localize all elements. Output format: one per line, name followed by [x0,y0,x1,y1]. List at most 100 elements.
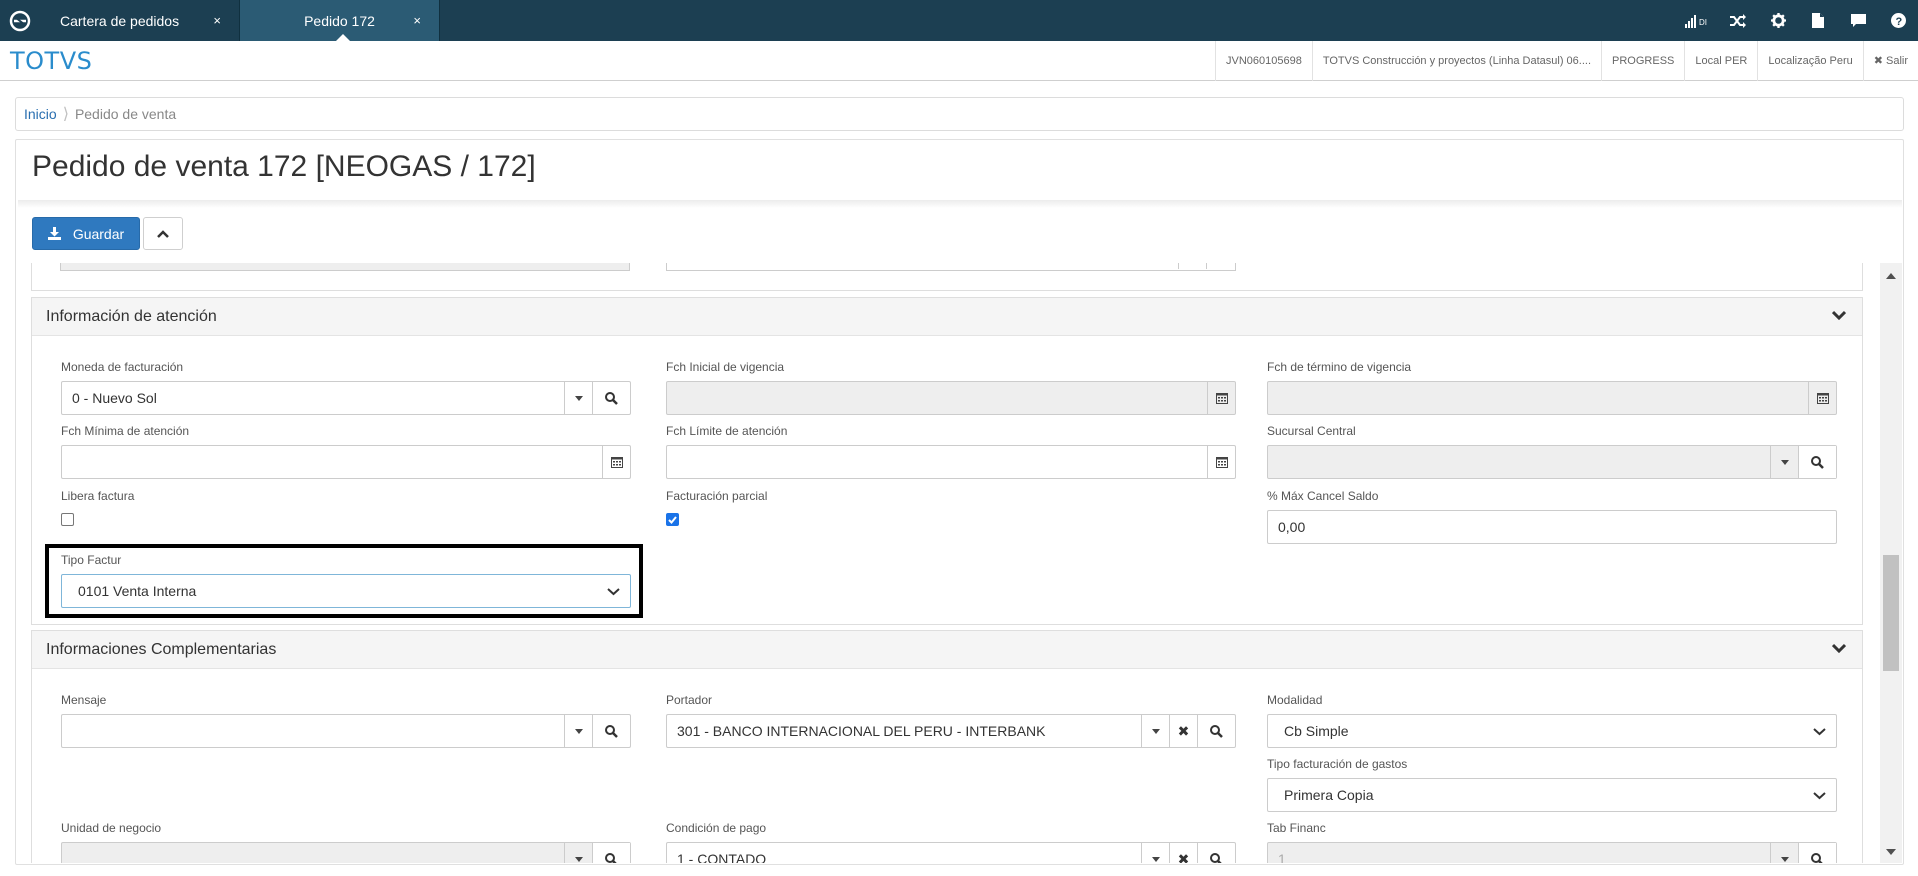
dropdown-toggle[interactable] [564,715,592,747]
calendar-button[interactable] [1207,382,1235,414]
breadcrumb-home[interactable]: Inicio [24,106,57,122]
tab-cartera-de-pedidos[interactable]: Cartera de pedidos × [40,0,240,41]
parcial-label: Facturación parcial [666,489,768,503]
chevron-down-icon[interactable] [1832,310,1846,320]
search-button[interactable] [592,843,630,863]
calendar-icon [1816,393,1829,404]
clear-button[interactable]: ✖ [1169,843,1197,863]
document-icon[interactable] [1798,0,1838,41]
search-button[interactable] [1197,715,1235,747]
search-button[interactable] [1197,843,1235,863]
portador-select[interactable]: 301 - BANCO INTERNACIONAL DEL PERU - INT… [666,714,1236,748]
search-icon [1210,852,1223,863]
locale[interactable]: Local PER [1684,40,1757,81]
mensaje-label: Mensaje [61,693,107,707]
fch-termino-input[interactable] [1267,381,1837,415]
caret-down-icon [574,856,583,862]
section-title: Información de atención [46,307,217,325]
tipo-factur-label: Tipo Factur [61,553,122,567]
user-code[interactable]: JVN060105698 [1214,40,1312,81]
fch-minima-label: Fch Mínima de atención [61,424,190,438]
gear-icon[interactable] [1758,0,1798,41]
dropdown-toggle[interactable] [1141,843,1169,863]
chevron-down-icon [607,587,620,595]
fch-minima-input[interactable] [61,445,631,479]
help-icon[interactable]: ? [1878,0,1918,41]
libera-checkbox[interactable] [61,513,74,526]
modalidad-select[interactable]: Cb Simple [1267,714,1837,748]
close-icon[interactable]: × [213,13,221,28]
calendar-button[interactable] [602,446,630,478]
clear-button[interactable]: ✖ [1169,715,1197,747]
fch-limite-input[interactable] [666,445,1236,479]
company-name[interactable]: TOTVS Construcción y proyectos (Linha Da… [1311,40,1601,81]
previous-field-addon [1178,263,1179,269]
calendar-button[interactable] [1207,446,1235,478]
moneda-select[interactable]: 0 - Nuevo Sol [61,381,631,415]
tab-label: Pedido 172 [304,12,375,29]
dropdown-toggle[interactable] [1770,446,1798,478]
database-type[interactable]: PROGRESS [1601,40,1684,81]
search-button[interactable] [1798,446,1836,478]
caret-down-icon [574,728,583,734]
chat-icon[interactable] [1838,0,1878,41]
mensaje-select[interactable] [61,714,631,748]
max-cancel-input[interactable]: 0,00 [1267,510,1837,544]
scroll-up-arrow[interactable] [1886,273,1896,279]
unidad-select[interactable] [61,842,631,863]
header-bar: TOTVS JVN060105698 TOTVS Construcción y … [0,40,1918,81]
calendar-icon [610,457,623,468]
sucursal-label: Sucursal Central [1267,424,1356,438]
shuffle-icon[interactable] [1718,0,1758,41]
form-scroll-area[interactable]: Información de atención Moneda de factur… [15,263,1902,863]
tipo-factur-select[interactable]: 0101 Venta Interna [61,574,631,608]
collapse-button[interactable] [143,217,183,250]
chevron-down-icon[interactable] [1832,643,1846,653]
scroll-thumb[interactable] [1883,555,1899,671]
search-icon [1811,852,1824,863]
tipo-gastos-select[interactable]: Primera Copia [1267,778,1837,812]
top-bar-icons: DI ? [1678,0,1918,41]
localization[interactable]: Localização Peru [1757,40,1862,81]
condicion-select[interactable]: 1 - CONTADO ✖ [666,842,1236,863]
tab-pedido-172[interactable]: Pedido 172 × [240,0,440,41]
dropdown-toggle[interactable] [564,382,592,414]
save-button[interactable]: Guardar [32,217,140,250]
section-header[interactable]: Informaciones Complementarias [32,631,1862,669]
calendar-icon [1215,457,1228,468]
sucursal-select[interactable] [1267,445,1837,479]
scroll-down-arrow[interactable] [1886,849,1896,855]
vertical-scrollbar[interactable] [1880,263,1902,863]
dropdown-toggle[interactable] [564,843,592,863]
fch-termino-label: Fch de término de vigencia [1267,360,1412,374]
home-icon[interactable] [0,0,40,41]
logout-button[interactable]: ✖ Salir [1862,40,1918,81]
condicion-label: Condición de pago [666,821,767,835]
calendar-button[interactable] [1808,382,1836,414]
close-icon[interactable]: × [413,13,421,28]
libera-label: Libera factura [61,489,135,503]
section-header[interactable]: Información de atención [32,298,1862,336]
max-cancel-value: 0,00 [1278,519,1306,535]
search-button[interactable] [592,715,630,747]
parcial-checkbox[interactable] [666,513,679,526]
totvs-logo[interactable]: TOTVS [0,47,92,75]
fch-inicial-label: Fch Inicial de vigencia [666,360,785,374]
signal-text: DI [1699,18,1707,27]
signal-icon[interactable]: DI [1678,0,1718,41]
caret-down-icon [1780,459,1789,465]
search-button[interactable] [592,382,630,414]
active-tab-indicator [336,34,350,41]
caret-down-icon [1780,856,1789,862]
fch-inicial-input[interactable] [666,381,1236,415]
tab-financ-select[interactable]: 1 [1267,842,1837,863]
tipo-gastos-value: Primera Copia [1284,787,1374,803]
dropdown-toggle[interactable] [1770,843,1798,863]
moneda-value: 0 - Nuevo Sol [72,390,157,406]
top-bar: Cartera de pedidos × Pedido 172 × DI ? [0,0,1918,41]
search-button[interactable] [1798,843,1836,863]
max-cancel-label: % Máx Cancel Saldo [1267,489,1379,503]
search-icon [605,391,618,405]
search-icon [605,852,618,863]
dropdown-toggle[interactable] [1141,715,1169,747]
